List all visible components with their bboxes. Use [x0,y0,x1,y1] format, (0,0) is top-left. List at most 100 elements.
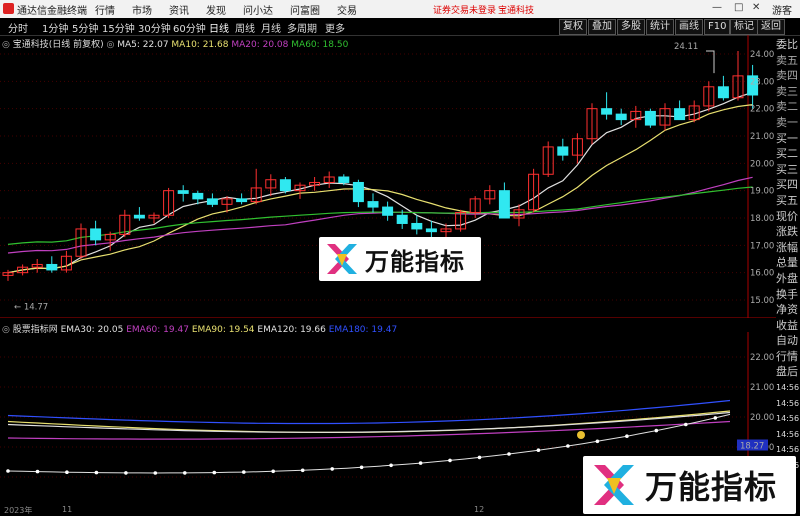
side-panel-label[interactable]: 买一 [776,131,800,147]
menu-trade[interactable]: 交易 [337,2,357,17]
watermark-text-2: 万能指标 [645,468,778,506]
candle-body[interactable] [206,198,218,205]
candle-body[interactable] [192,192,204,200]
statistics-button[interactable]: 统计 [646,19,674,35]
candle-body[interactable] [601,108,613,115]
side-panel-label[interactable]: 14:56 [776,411,800,427]
period-5min[interactable]: 5分钟 [72,20,98,35]
ema30-point [153,471,158,475]
menu-market-quotes[interactable]: 行情 [95,2,115,17]
side-panel-label[interactable]: 卖一 [776,115,800,131]
app-title: 通达信金融终端 [17,6,87,17]
period-15min[interactable]: 15分钟 [102,20,135,35]
menu-ask-xiaoda[interactable]: 问小达 [243,2,273,17]
candle-body[interactable] [674,108,686,121]
ema30-point [330,467,335,471]
candle-body[interactable] [90,228,102,241]
period-1min[interactable]: 1分钟 [42,20,68,35]
period-daily[interactable]: 日线 [209,20,229,35]
ema30-point [625,434,629,438]
side-panel-label[interactable]: 卖四 [776,68,800,84]
candle-body[interactable] [236,198,248,203]
menu-news[interactable]: 资讯 [169,2,189,17]
ema30-point [448,458,452,463]
candle-body[interactable] [411,222,423,230]
menu-discover[interactable]: 发现 [206,2,226,17]
candle-body[interactable] [382,206,394,216]
ema30-point [124,471,128,475]
date-label-dec: 12 [474,505,485,514]
minimize-icon[interactable]: — [712,2,722,13]
mark-button[interactable]: 标记 [730,19,758,35]
adjust-button[interactable]: 复权 [559,19,587,35]
side-panel-label[interactable]: 卖二 [776,99,800,115]
candle-body[interactable] [279,179,291,192]
side-panel-label[interactable]: 买四 [776,177,800,193]
period-weekly[interactable]: 周线 [235,20,255,35]
side-panel-label[interactable]: 现价 [776,209,800,225]
close-icon[interactable]: ✕ [752,2,760,13]
multi-stock-button[interactable]: 多股 [617,19,645,35]
signal-bag-icon[interactable] [577,431,585,439]
side-panel-label[interactable]: 自动 [776,333,800,349]
candle-body[interactable] [177,190,189,194]
watermark-logo-icon-2 [594,465,634,505]
side-panel-label[interactable]: 委比 [776,37,800,53]
ema30-point [35,469,40,474]
ema30-point [271,469,276,474]
side-panel-label[interactable]: 卖五 [776,53,800,69]
candle-body[interactable] [717,86,729,99]
side-panel-label[interactable]: 涨跌 [776,224,800,240]
candle-body[interactable] [498,190,510,219]
side-panel-label[interactable]: 涨幅 [776,240,800,256]
candle-body[interactable] [352,181,364,203]
candle-body[interactable] [425,228,437,233]
f10-button[interactable]: F10 [704,19,731,35]
side-panel-label[interactable]: 买二 [776,146,800,162]
draw-line-button[interactable]: 画线 [675,19,703,35]
side-panel-label[interactable]: 14:56 [776,396,800,412]
guest-label[interactable]: 游客 [772,2,792,17]
side-panel-label[interactable]: 净资 [776,302,800,318]
price-axis-label: 22.00 [750,105,774,115]
period-multi[interactable]: 多周期 [287,20,317,35]
side-panel-label[interactable]: 盘后 [776,364,800,380]
candle-body[interactable] [133,214,145,219]
period-30min[interactable]: 30分钟 [138,20,171,35]
ema30-point [536,448,541,452]
candle-body[interactable] [557,146,569,156]
quote-side-panel: 委比 卖五 卖四 卖三 卖二 卖一 买一 买二 买三 买四 买五 现价 涨跌 涨幅 总量 外盘 换手 净资 收益 自动… [776,37,800,474]
candle-body[interactable] [644,110,656,126]
candle-body[interactable] [338,176,350,183]
menu-market[interactable]: 市场 [132,2,152,17]
side-panel-label[interactable]: 14:56 [776,427,800,443]
back-button[interactable]: 返回 [757,19,785,35]
ema30-point [242,470,246,474]
side-panel-label[interactable]: 总量 [776,255,800,271]
login-notice[interactable]: 证券交易未登录 [433,3,496,16]
period-more[interactable]: 更多 [325,20,345,35]
candle-body[interactable] [46,263,58,271]
period-intraday[interactable]: 分时 [8,20,28,35]
ema30-point [713,416,718,420]
side-panel-label[interactable]: 买五 [776,193,800,209]
period-60min[interactable]: 60分钟 [173,20,206,35]
ema30-point [300,468,305,473]
side-panel-label[interactable]: 卖三 [776,84,800,100]
date-label-year: 2023年 [4,506,33,515]
candle-body[interactable] [615,113,627,121]
side-panel-label[interactable]: 买三 [776,162,800,178]
period-monthly[interactable]: 月线 [261,20,281,35]
side-panel-label[interactable]: 外盘 [776,271,800,287]
maximize-icon[interactable]: □ [734,2,743,13]
candle-body[interactable] [396,214,408,224]
side-panel-label[interactable]: 14:56 [776,380,800,396]
menu-wenfuquan[interactable]: 问富圈 [290,2,320,17]
side-panel-label[interactable]: 行情 [776,349,800,365]
overlay-button[interactable]: 叠加 [588,19,616,35]
stock-notice[interactable]: 宝通科技 [498,3,534,16]
side-panel-label[interactable]: 换手 [776,287,800,303]
side-panel-label[interactable]: 收益 [776,318,800,334]
candle-body[interactable] [367,201,379,208]
ema30-point [654,428,659,433]
